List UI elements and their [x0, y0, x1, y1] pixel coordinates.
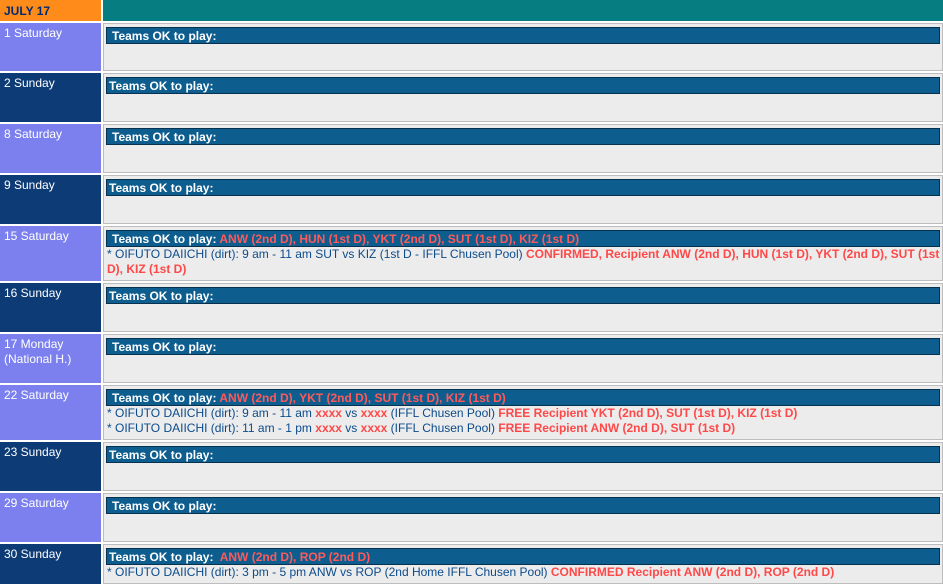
team-placeholder: xxxx [315, 421, 342, 435]
teams-ok-label: Teams OK to play: [109, 550, 214, 564]
match-status: CONFIRMED Recipient ANW (2nd D), ROP (2n… [550, 565, 835, 579]
match-vs: vs [341, 421, 361, 435]
header-bar [103, 0, 943, 21]
day-content: Teams OK to play: ANW (2nd D), ROP (2nd … [103, 544, 943, 584]
teams-ok-bar: Teams OK to play: [106, 27, 940, 44]
teams-ok-bar: Teams OK to play: ANW (2nd D), HUN (1st … [106, 230, 940, 247]
day-content: Teams OK to play: [103, 175, 943, 224]
day-row: 9 Sunday Teams OK to play: [0, 175, 943, 224]
day-content: Teams OK to play: [103, 124, 943, 173]
teams-ok-bar: Teams OK to play: [106, 77, 940, 94]
day-row: 29 Saturday Teams OK to play: [0, 493, 943, 542]
teams-ok-label: Teams OK to play: [109, 79, 214, 93]
match-vs: vs [341, 406, 361, 420]
day-label: 23 Sunday [0, 442, 101, 491]
day-label: 1 Saturday [0, 23, 101, 71]
day-content: Teams OK to play: [103, 442, 943, 491]
match-entry: * OIFUTO DAIICHI (dirt): 11 am - 1 pm xx… [106, 421, 940, 436]
match-status: FREE Recipient ANW (2nd D), SUT (1st D) [498, 421, 736, 435]
match-pool: (IFFL Chusen Pool) [387, 421, 499, 435]
day-label: 29 Saturday [0, 493, 101, 542]
teams-ok-bar: Teams OK to play: [106, 338, 940, 355]
teams-ok-label: Teams OK to play: [109, 181, 214, 195]
teams-ok-bar: Teams OK to play: ANW (2nd D), ROP (2nd … [106, 548, 940, 565]
day-content: Teams OK to play: [103, 73, 943, 122]
day-row: 22 Saturday Teams OK to play: ANW (2nd D… [0, 385, 943, 440]
teams-ok-bar: Teams OK to play: [106, 497, 940, 514]
match-status: FREE Recipient YKT (2nd D), SUT (1st D),… [498, 406, 798, 420]
day-row: 2 Sunday Teams OK to play: [0, 73, 943, 122]
teams-ok-list: ANW (2nd D), HUN (1st D), YKT (2nd D), S… [219, 232, 580, 246]
teams-ok-label: Teams OK to play: [112, 232, 217, 246]
day-label: 8 Saturday [0, 124, 101, 173]
day-label: 30 Sunday [0, 544, 101, 584]
teams-ok-label: Teams OK to play: [112, 340, 217, 354]
teams-ok-label: Teams OK to play: [112, 130, 217, 144]
team-placeholder: xxxx [360, 421, 388, 435]
day-content: Teams OK to play: ANW (2nd D), YKT (2nd … [103, 385, 943, 440]
teams-ok-label: Teams OK to play: [112, 499, 217, 513]
match-details: * OIFUTO DAIICHI (dirt): 3 pm - 5 pm ANW… [107, 565, 551, 579]
teams-ok-label: Teams OK to play: [109, 448, 214, 462]
schedule-rows: 1 Saturday Teams OK to play: 2 Sunday Te… [0, 23, 943, 584]
day-row: 23 Sunday Teams OK to play: [0, 442, 943, 491]
day-row: 1 Saturday Teams OK to play: [0, 23, 943, 71]
day-row: 30 Sunday Teams OK to play: ANW (2nd D),… [0, 544, 943, 584]
day-content: Teams OK to play: [103, 23, 943, 71]
team-placeholder: xxxx [360, 406, 388, 420]
calendar-header: JULY 17 [0, 0, 943, 21]
teams-ok-bar: Teams OK to play: [106, 128, 940, 145]
day-row: 17 Monday (National H.) Teams OK to play… [0, 334, 943, 383]
match-entry: * OIFUTO DAIICHI (dirt): 3 pm - 5 pm ANW… [106, 565, 940, 580]
team-placeholder: xxxx [315, 406, 342, 420]
match-entry: * OIFUTO DAIICHI (dirt): 9 am - 11 am xx… [106, 406, 940, 421]
day-label: 17 Monday (National H.) [0, 334, 101, 383]
match-pool: (IFFL Chusen Pool) [387, 406, 499, 420]
teams-ok-bar: Teams OK to play: [106, 287, 940, 304]
teams-ok-label: Teams OK to play: [112, 391, 217, 405]
teams-ok-bar: Teams OK to play: [106, 179, 940, 196]
teams-ok-list: ANW (2nd D), ROP (2nd D) [219, 550, 371, 564]
day-label: 9 Sunday [0, 175, 101, 224]
day-content: Teams OK to play: ANW (2nd D), HUN (1st … [103, 226, 943, 281]
day-label: 15 Saturday [0, 226, 101, 281]
day-label: 16 Sunday [0, 283, 101, 332]
day-label: 22 Saturday [0, 385, 101, 440]
match-details: * OIFUTO DAIICHI (dirt): 11 am - 1 pm [107, 421, 316, 435]
month-title: JULY 17 [0, 0, 101, 21]
match-entry: * OIFUTO DAIICHI (dirt): 9 am - 11 am SU… [106, 247, 940, 277]
day-content: Teams OK to play: [103, 334, 943, 383]
day-content: Teams OK to play: [103, 283, 943, 332]
day-row: 8 Saturday Teams OK to play: [0, 124, 943, 173]
day-label: 2 Sunday [0, 73, 101, 122]
teams-ok-label: Teams OK to play: [109, 289, 214, 303]
match-details: * OIFUTO DAIICHI (dirt): 9 am - 11 am SU… [107, 247, 526, 261]
teams-ok-list: ANW (2nd D), YKT (2nd D), SUT (1st D), K… [219, 391, 506, 405]
day-row: 15 Saturday Teams OK to play: ANW (2nd D… [0, 226, 943, 281]
day-row: 16 Sunday Teams OK to play: [0, 283, 943, 332]
teams-ok-label: Teams OK to play: [112, 29, 217, 43]
teams-ok-bar: Teams OK to play: [106, 446, 940, 463]
teams-ok-bar: Teams OK to play: ANW (2nd D), YKT (2nd … [106, 389, 940, 406]
day-content: Teams OK to play: [103, 493, 943, 542]
match-details: * OIFUTO DAIICHI (dirt): 9 am - 11 am [107, 406, 316, 420]
